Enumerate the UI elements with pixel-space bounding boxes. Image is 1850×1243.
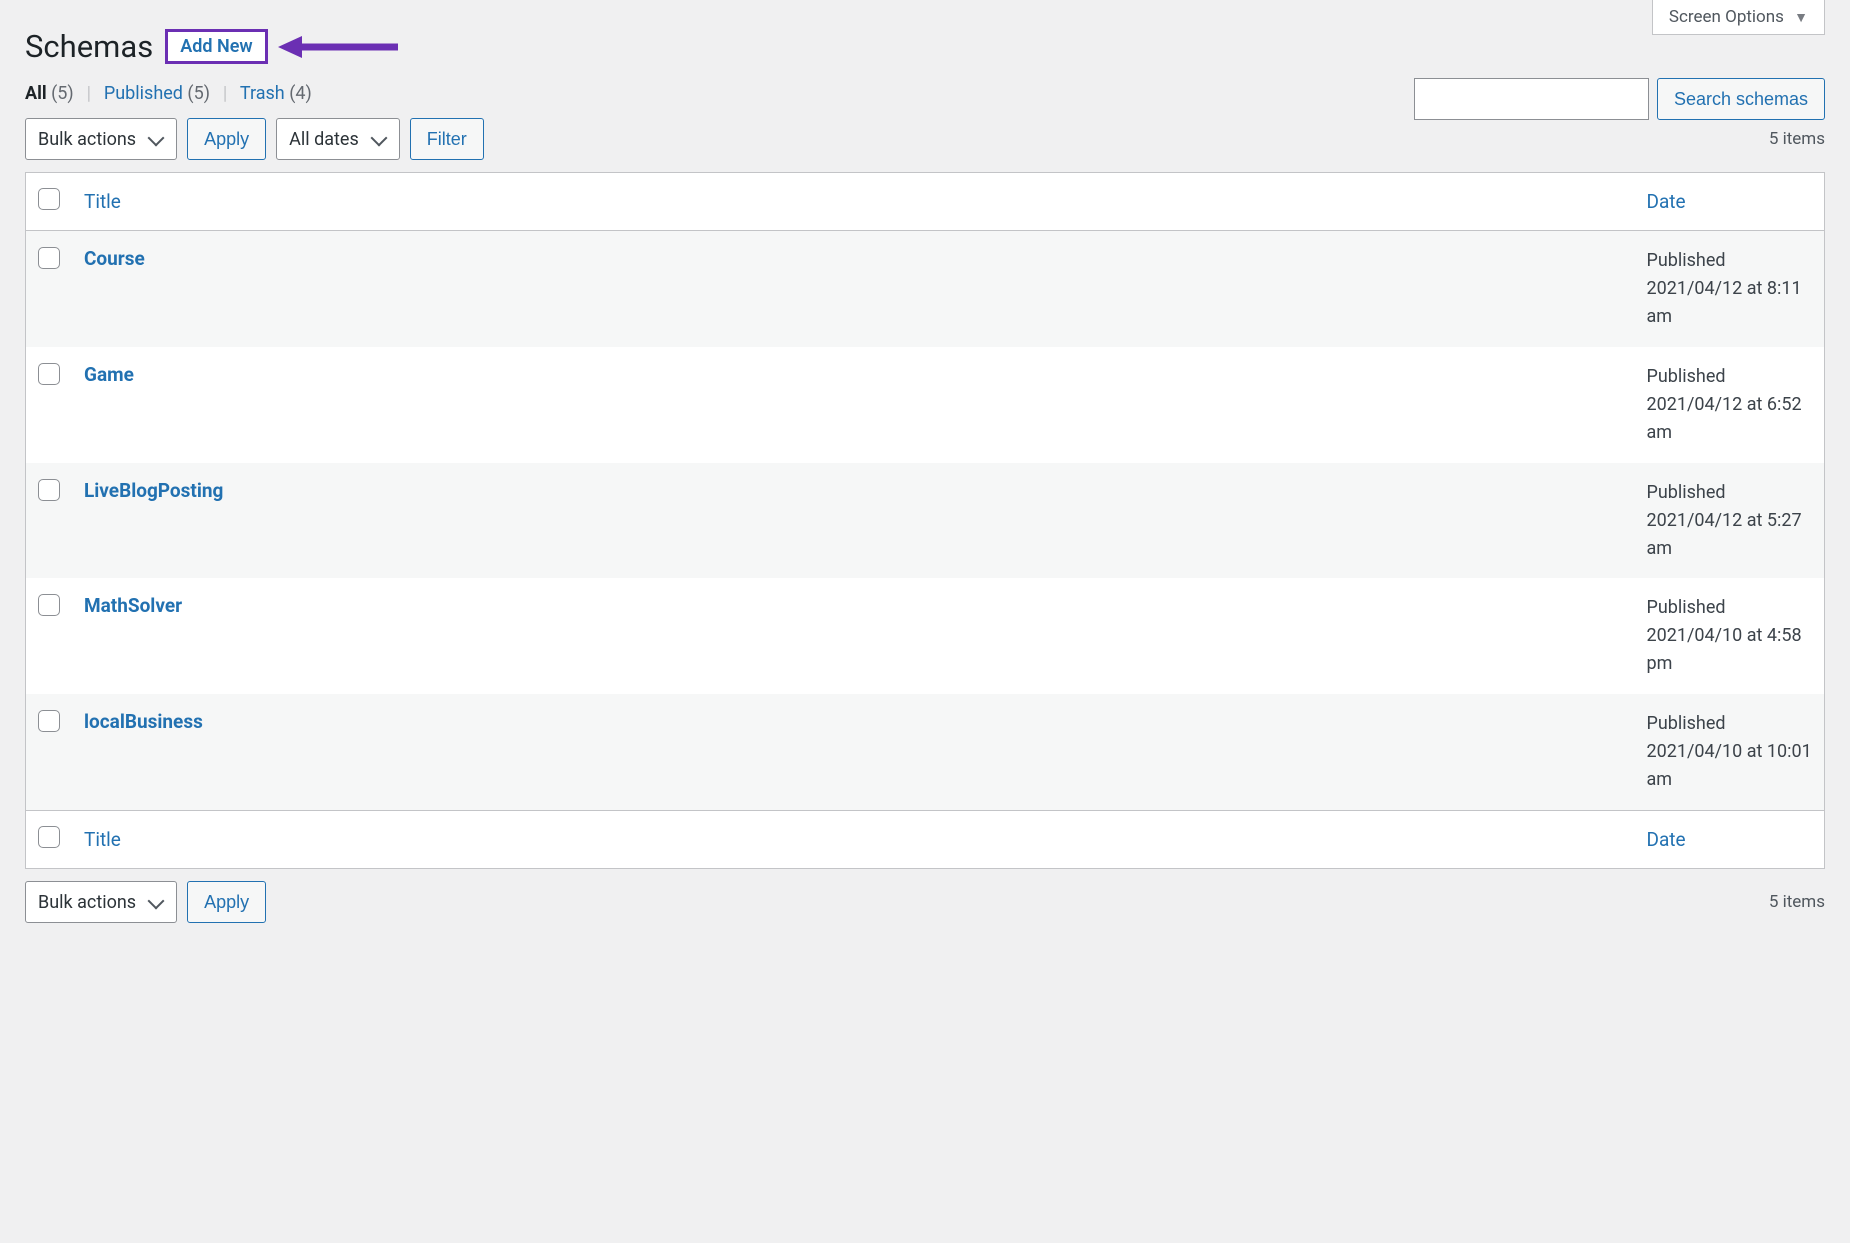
screen-options-toggle[interactable]: Screen Options ▼ [1652,0,1825,35]
apply-button-top[interactable]: Apply [187,118,266,160]
screen-options-label: Screen Options [1669,7,1784,27]
table-row: localBusiness Published 2021/04/10 at 10:0… [26,694,1825,810]
view-all-label[interactable]: All [25,83,47,104]
view-all-count: (5) [51,83,74,104]
add-new-button[interactable]: Add New [165,29,267,64]
row-status: Published [1647,713,1726,734]
chevron-down-icon: ▼ [1794,9,1808,26]
table-row: LiveBlogPosting Published 2021/04/12 at 5:… [26,463,1825,579]
search-input[interactable] [1414,78,1649,120]
row-checkbox[interactable] [38,594,60,616]
row-title-link[interactable]: Course [84,247,145,270]
row-checkbox[interactable] [38,710,60,732]
row-checkbox[interactable] [38,247,60,269]
page-title: Schemas [25,28,153,65]
schemas-table: Title Date Course Published 2021/04/12 at … [25,172,1825,869]
filter-button[interactable]: Filter [410,118,484,160]
column-title-top[interactable]: Title [84,190,121,213]
view-trash[interactable]: Trash [240,83,285,104]
column-title-bottom[interactable]: Title [84,828,121,851]
search-button[interactable]: Search schemas [1657,78,1825,120]
view-published-count: (5) [187,83,210,104]
view-trash-count: (4) [289,83,312,104]
column-date-bottom[interactable]: Date [1647,828,1686,851]
row-status: Published [1647,250,1726,271]
table-row: Course Published 2021/04/12 at 8:11 am [26,231,1825,347]
row-checkbox[interactable] [38,363,60,385]
row-status: Published [1647,366,1726,387]
items-count-bottom: 5 items [1769,892,1825,912]
row-title-link[interactable]: MathSolver [84,594,182,617]
bulk-actions-select[interactable]: Bulk actions [25,118,177,160]
row-status: Published [1647,482,1726,503]
select-all-top[interactable] [38,188,60,210]
annotation-arrow [278,33,398,61]
row-date: 2021/04/12 at 6:52 am [1647,394,1802,443]
select-all-bottom[interactable] [38,826,60,848]
row-date: 2021/04/12 at 8:11 am [1647,278,1802,327]
column-date-top[interactable]: Date [1647,190,1686,213]
table-row: Game Published 2021/04/12 at 6:52 am [26,347,1825,463]
date-filter-select[interactable]: All dates [276,118,400,160]
row-checkbox[interactable] [38,479,60,501]
row-date: 2021/04/10 at 10:01 am [1647,741,1812,790]
table-row: MathSolver Published 2021/04/10 at 4:58 pm [26,578,1825,694]
row-date: 2021/04/12 at 5:27 am [1647,510,1802,559]
row-title-link[interactable]: LiveBlogPosting [84,479,223,502]
row-title-link[interactable]: localBusiness [84,710,203,733]
bulk-actions-select-bottom[interactable]: Bulk actions [25,881,177,923]
view-published[interactable]: Published [104,83,183,104]
items-count-top: 5 items [1769,129,1825,149]
row-title-link[interactable]: Game [84,363,134,386]
apply-button-bottom[interactable]: Apply [187,881,266,923]
row-status: Published [1647,597,1726,618]
row-date: 2021/04/10 at 4:58 pm [1647,625,1802,674]
